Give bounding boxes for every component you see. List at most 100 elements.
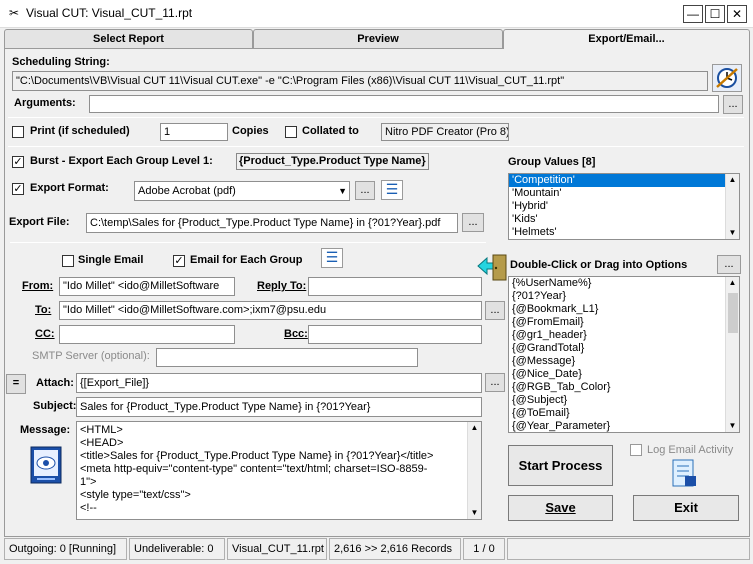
- status-outgoing: Outgoing: 0 [Running]: [4, 538, 127, 560]
- arguments-browse-button[interactable]: ...: [723, 95, 743, 114]
- bcc-label: Bcc:: [284, 328, 308, 340]
- list-item[interactable]: 'Kids': [509, 213, 739, 226]
- list-item[interactable]: {?01?Year}: [509, 290, 739, 303]
- print-checkbox[interactable]: [12, 126, 24, 138]
- single-email-label: Single Email: [78, 254, 144, 266]
- cc-label: CC:: [35, 328, 55, 340]
- divider: [8, 146, 744, 147]
- log-email-checkbox[interactable]: [630, 444, 642, 456]
- list-item[interactable]: 'Helmets': [509, 226, 739, 239]
- maximize-button[interactable]: ☐: [705, 5, 725, 23]
- scrollbar-thumb[interactable]: [728, 293, 738, 333]
- export-format-select[interactable]: Adobe Acrobat (pdf) ▼: [134, 181, 350, 201]
- message-line: <!--: [80, 502, 97, 514]
- subject-input[interactable]: Sales for {Product_Type.Product Type Nam…: [76, 397, 482, 417]
- list-item[interactable]: {%UserName%}: [509, 277, 739, 290]
- list-item[interactable]: {@Nice_Date}: [509, 368, 739, 381]
- list-item[interactable]: {@FromEmail}: [509, 316, 739, 329]
- print-label: Print (if scheduled): [30, 125, 130, 137]
- scroll-up-icon[interactable]: ▲: [726, 174, 739, 186]
- message-scrollbar[interactable]: ▲ ▼: [467, 422, 481, 519]
- status-report: Visual_CUT_11.rpt: [227, 538, 327, 560]
- bcc-input[interactable]: [308, 325, 482, 344]
- message-textarea[interactable]: <HTML> <HEAD> <title>Sales for {Product_…: [76, 421, 482, 520]
- minimize-button[interactable]: —: [683, 5, 703, 23]
- options-scrollbar[interactable]: ▲ ▼: [725, 277, 739, 432]
- menu-list-icon[interactable]: ☰: [381, 180, 403, 200]
- scroll-up-icon[interactable]: ▲: [468, 422, 481, 434]
- list-item[interactable]: {@ToEmail}: [509, 407, 739, 420]
- single-email-checkbox[interactable]: [62, 255, 74, 267]
- export-format-checkbox[interactable]: ✓: [12, 183, 24, 195]
- group-values-scrollbar[interactable]: ▲ ▼: [725, 174, 739, 239]
- list-item[interactable]: {@GrandTotal}: [509, 342, 739, 355]
- list-item[interactable]: {@RGB_Tab_Color}: [509, 381, 739, 394]
- message-line: <HTML>: [80, 424, 123, 436]
- list-item[interactable]: 'Mountain': [509, 187, 739, 200]
- start-process-button[interactable]: Start Process: [508, 445, 613, 486]
- printer-field[interactable]: Nitro PDF Creator (Pro 8): [381, 123, 509, 141]
- collated-label: Collated to: [302, 125, 359, 137]
- scroll-down-icon[interactable]: ▼: [468, 507, 481, 519]
- tab-select-report[interactable]: Select Report: [4, 29, 253, 49]
- save-button[interactable]: Save: [508, 495, 613, 521]
- copies-input[interactable]: 1: [160, 123, 228, 141]
- group-values-list[interactable]: 'Competition' 'Mountain' 'Hybrid' 'Kids'…: [508, 173, 740, 240]
- title-bar: ✂ Visual CUT: Visual_CUT_11.rpt — ☐ ✕: [0, 0, 753, 28]
- arguments-label: Arguments:: [14, 97, 76, 109]
- scroll-up-icon[interactable]: ▲: [726, 277, 739, 289]
- tab-export-email[interactable]: Export/Email...: [503, 29, 750, 50]
- email-menu-icon[interactable]: ☰: [321, 248, 343, 268]
- to-label: To:: [35, 304, 52, 316]
- message-line: <style type="text/css">: [80, 489, 191, 501]
- options-list[interactable]: {%UserName%} {?01?Year} {@Bookmark_L1} {…: [508, 276, 740, 433]
- attach-equals-button[interactable]: =: [6, 374, 26, 394]
- close-button[interactable]: ✕: [727, 5, 747, 23]
- log-file-icon[interactable]: [670, 458, 698, 488]
- scissors-icon: ✂: [8, 6, 20, 20]
- scheduler-icon[interactable]: [712, 64, 742, 92]
- to-browse-button[interactable]: ...: [485, 301, 505, 320]
- export-file-browse-button[interactable]: ...: [462, 213, 484, 232]
- scroll-down-icon[interactable]: ▼: [726, 420, 739, 432]
- tab-preview[interactable]: Preview: [253, 29, 503, 49]
- message-line: <title>Sales for {Product_Type.Product T…: [80, 450, 434, 462]
- export-file-input[interactable]: C:\temp\Sales for {Product_Type.Product …: [86, 213, 458, 233]
- export-file-label: Export File:: [9, 216, 70, 228]
- burst-group-field: {Product_Type.Product Type Name}: [236, 153, 429, 170]
- scheduling-string-field[interactable]: "C:\Documents\VB\Visual CUT 11\Visual CU…: [12, 71, 708, 91]
- email-each-group-label: Email for Each Group: [190, 254, 303, 266]
- list-item[interactable]: 'Hybrid': [509, 200, 739, 213]
- group-values-label: Group Values [8]: [508, 156, 596, 168]
- list-item[interactable]: {@Bookmark_L1}: [509, 303, 739, 316]
- attach-browse-button[interactable]: ...: [485, 373, 505, 392]
- reply-to-input[interactable]: [308, 277, 482, 296]
- options-browse-button[interactable]: ...: [717, 255, 741, 274]
- burst-checkbox[interactable]: ✓: [12, 156, 24, 168]
- reply-to-label: Reply To:: [257, 280, 307, 292]
- export-format-options-button[interactable]: ...: [355, 181, 375, 200]
- email-each-group-checkbox[interactable]: ✓: [173, 255, 185, 267]
- html-editor-icon[interactable]: [29, 445, 63, 485]
- cc-input[interactable]: [59, 325, 235, 344]
- collated-checkbox[interactable]: [285, 126, 297, 138]
- from-input[interactable]: "Ido Millet" <ido@MilletSoftware: [59, 277, 235, 296]
- to-input[interactable]: "Ido Millet" <ido@MilletSoftware.com>;ix…: [59, 301, 482, 320]
- export-format-value: Adobe Acrobat (pdf): [138, 185, 236, 197]
- smtp-input[interactable]: [156, 348, 418, 367]
- list-item[interactable]: 'Competition': [509, 174, 739, 187]
- arguments-input[interactable]: [89, 95, 719, 113]
- tab-label: Preview: [357, 33, 399, 45]
- attach-input[interactable]: {[Export_File]}: [76, 373, 482, 393]
- list-item[interactable]: {@gr1_header}: [509, 329, 739, 342]
- exit-button[interactable]: Exit: [633, 495, 739, 521]
- options-label: Double-Click or Drag into Options: [510, 259, 688, 271]
- list-item[interactable]: {@Subject}: [509, 394, 739, 407]
- list-item[interactable]: {@Message}: [509, 355, 739, 368]
- chevron-down-icon: ▼: [338, 186, 347, 196]
- status-pages: 1 / 0: [463, 538, 505, 560]
- scheduling-label: Scheduling String:: [12, 56, 110, 68]
- list-item[interactable]: {@Year_Parameter}: [509, 420, 739, 432]
- scroll-down-icon[interactable]: ▼: [726, 227, 739, 239]
- tab-label: Export/Email...: [588, 33, 665, 45]
